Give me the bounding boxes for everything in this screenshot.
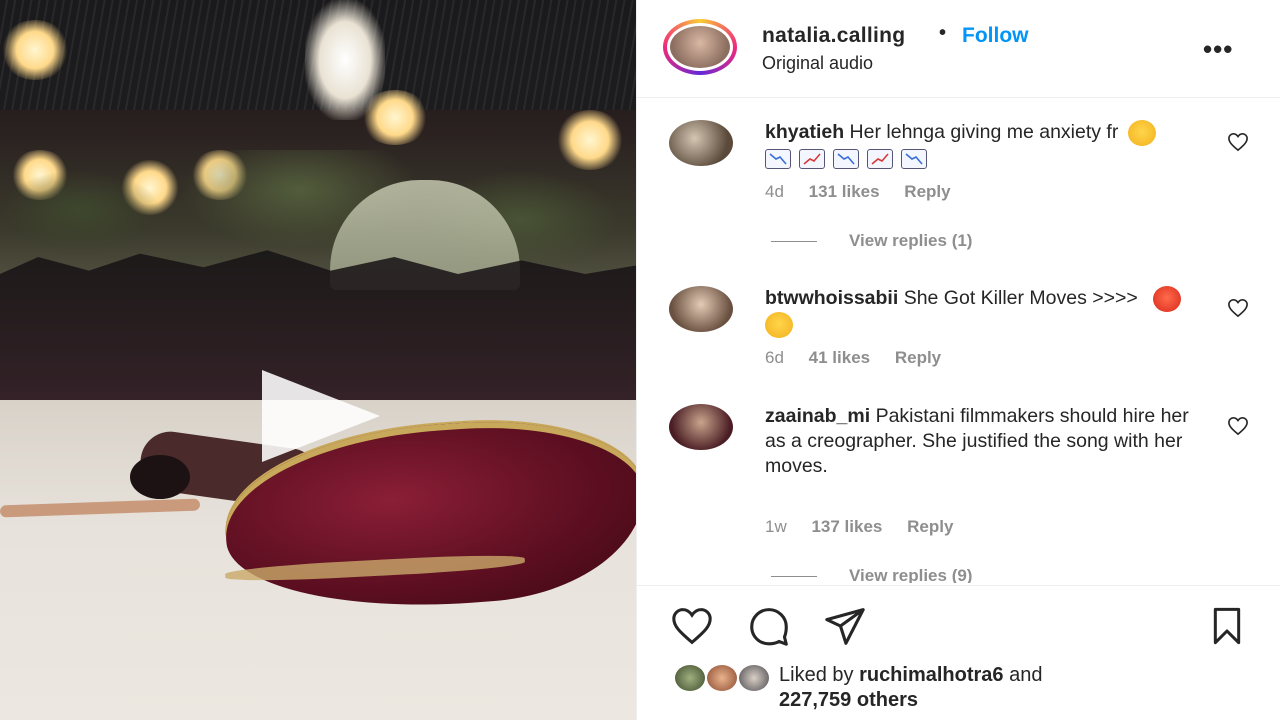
chart-increasing-icon <box>867 148 893 169</box>
comment-body: She Got Killer Moves >>>> <box>903 287 1138 310</box>
more-options-icon[interactable]: ••• <box>1203 34 1233 65</box>
comment-icon[interactable] <box>747 606 791 646</box>
liked-by-user[interactable]: ruchimalhotra6 <box>859 664 1003 686</box>
chart-decreasing-icon <box>901 148 927 169</box>
follow-button[interactable]: Follow <box>962 24 1029 48</box>
chart-decreasing-icon <box>765 148 791 169</box>
comment-time[interactable]: 1w <box>765 517 787 536</box>
comment-likes[interactable]: 131 likes <box>809 182 880 201</box>
reply-button[interactable]: Reply <box>904 182 950 201</box>
comment-username[interactable]: zaainab_mi <box>765 405 870 427</box>
crying-face-icon <box>1127 120 1156 146</box>
paper-plane-icon[interactable] <box>823 606 867 646</box>
angry-face-icon <box>1153 286 1182 312</box>
comment-meta: 1w 137 likes Reply <box>765 517 973 537</box>
view-replies-label[interactable]: View replies (1) <box>849 231 972 250</box>
comment-time[interactable]: 6d <box>765 348 784 367</box>
view-replies-line <box>771 576 817 578</box>
commenter-avatar[interactable] <box>669 120 733 166</box>
chandelier <box>305 0 385 120</box>
comment-meta: 4d 131 likes Reply <box>765 182 971 202</box>
comment-likes[interactable]: 41 likes <box>809 348 870 367</box>
liker-avatar <box>705 663 739 693</box>
chart-decreasing-icon <box>833 148 859 169</box>
comments-list[interactable]: khyatieh Her lehnga giving me anxiety fr… <box>637 98 1280 583</box>
audio-label[interactable]: Original audio <box>762 53 873 74</box>
greenery <box>0 150 636 270</box>
reply-button[interactable]: Reply <box>907 517 953 536</box>
header-separator: • <box>939 22 947 44</box>
comment-like-icon[interactable] <box>1227 416 1249 436</box>
comment-meta: 6d 41 likes Reply <box>765 348 961 368</box>
liked-by-text: Liked by ruchimalhotra6 and 227,759 othe… <box>779 663 1042 713</box>
view-replies-line <box>771 241 817 243</box>
liked-by-connector: and <box>1009 664 1043 686</box>
view-replies-label[interactable]: View replies (9) <box>849 566 972 583</box>
commenter-avatar[interactable] <box>669 404 733 450</box>
view-replies-button[interactable]: View replies (9) <box>771 566 972 583</box>
liked-by-prefix: Liked by <box>779 664 854 686</box>
liker-avatar <box>737 663 771 693</box>
tired-face-icon <box>765 312 793 338</box>
bookmark-icon[interactable] <box>1207 606 1247 646</box>
author-avatar[interactable] <box>661 18 739 76</box>
view-replies-button[interactable]: View replies (1) <box>771 231 972 251</box>
author-username[interactable]: natalia.calling <box>762 24 905 48</box>
comment-body: Her lehnga giving me anxiety fr <box>849 121 1119 144</box>
commenter-avatar[interactable] <box>669 286 733 332</box>
post-video[interactable] <box>0 0 636 720</box>
liked-by-others[interactable]: 227,759 others <box>779 689 918 711</box>
comment-like-icon[interactable] <box>1227 132 1249 152</box>
comment-username[interactable]: khyatieh <box>765 121 844 143</box>
chart-increasing-icon <box>799 148 825 169</box>
comment-like-icon[interactable] <box>1227 298 1249 318</box>
comment-text: btwwhoissabii She Got Killer Moves >>>> <box>765 286 1195 338</box>
comment-text: khyatieh Her lehnga giving me anxiety fr <box>765 120 1195 171</box>
comment-username[interactable]: btwwhoissabii <box>765 287 898 309</box>
dancer-head <box>130 455 190 499</box>
post-header: natalia.calling • Follow Original audio … <box>637 0 1280 98</box>
comment-likes[interactable]: 137 likes <box>811 517 882 536</box>
post-side-panel: natalia.calling • Follow Original audio … <box>636 0 1280 720</box>
reply-button[interactable]: Reply <box>895 348 941 367</box>
comment-time[interactable]: 4d <box>765 182 784 201</box>
comment-text: zaainab_mi Pakistani filmmakers should h… <box>765 404 1195 479</box>
play-icon[interactable] <box>262 370 380 462</box>
heart-icon[interactable] <box>669 606 715 646</box>
liker-avatar <box>673 663 707 693</box>
